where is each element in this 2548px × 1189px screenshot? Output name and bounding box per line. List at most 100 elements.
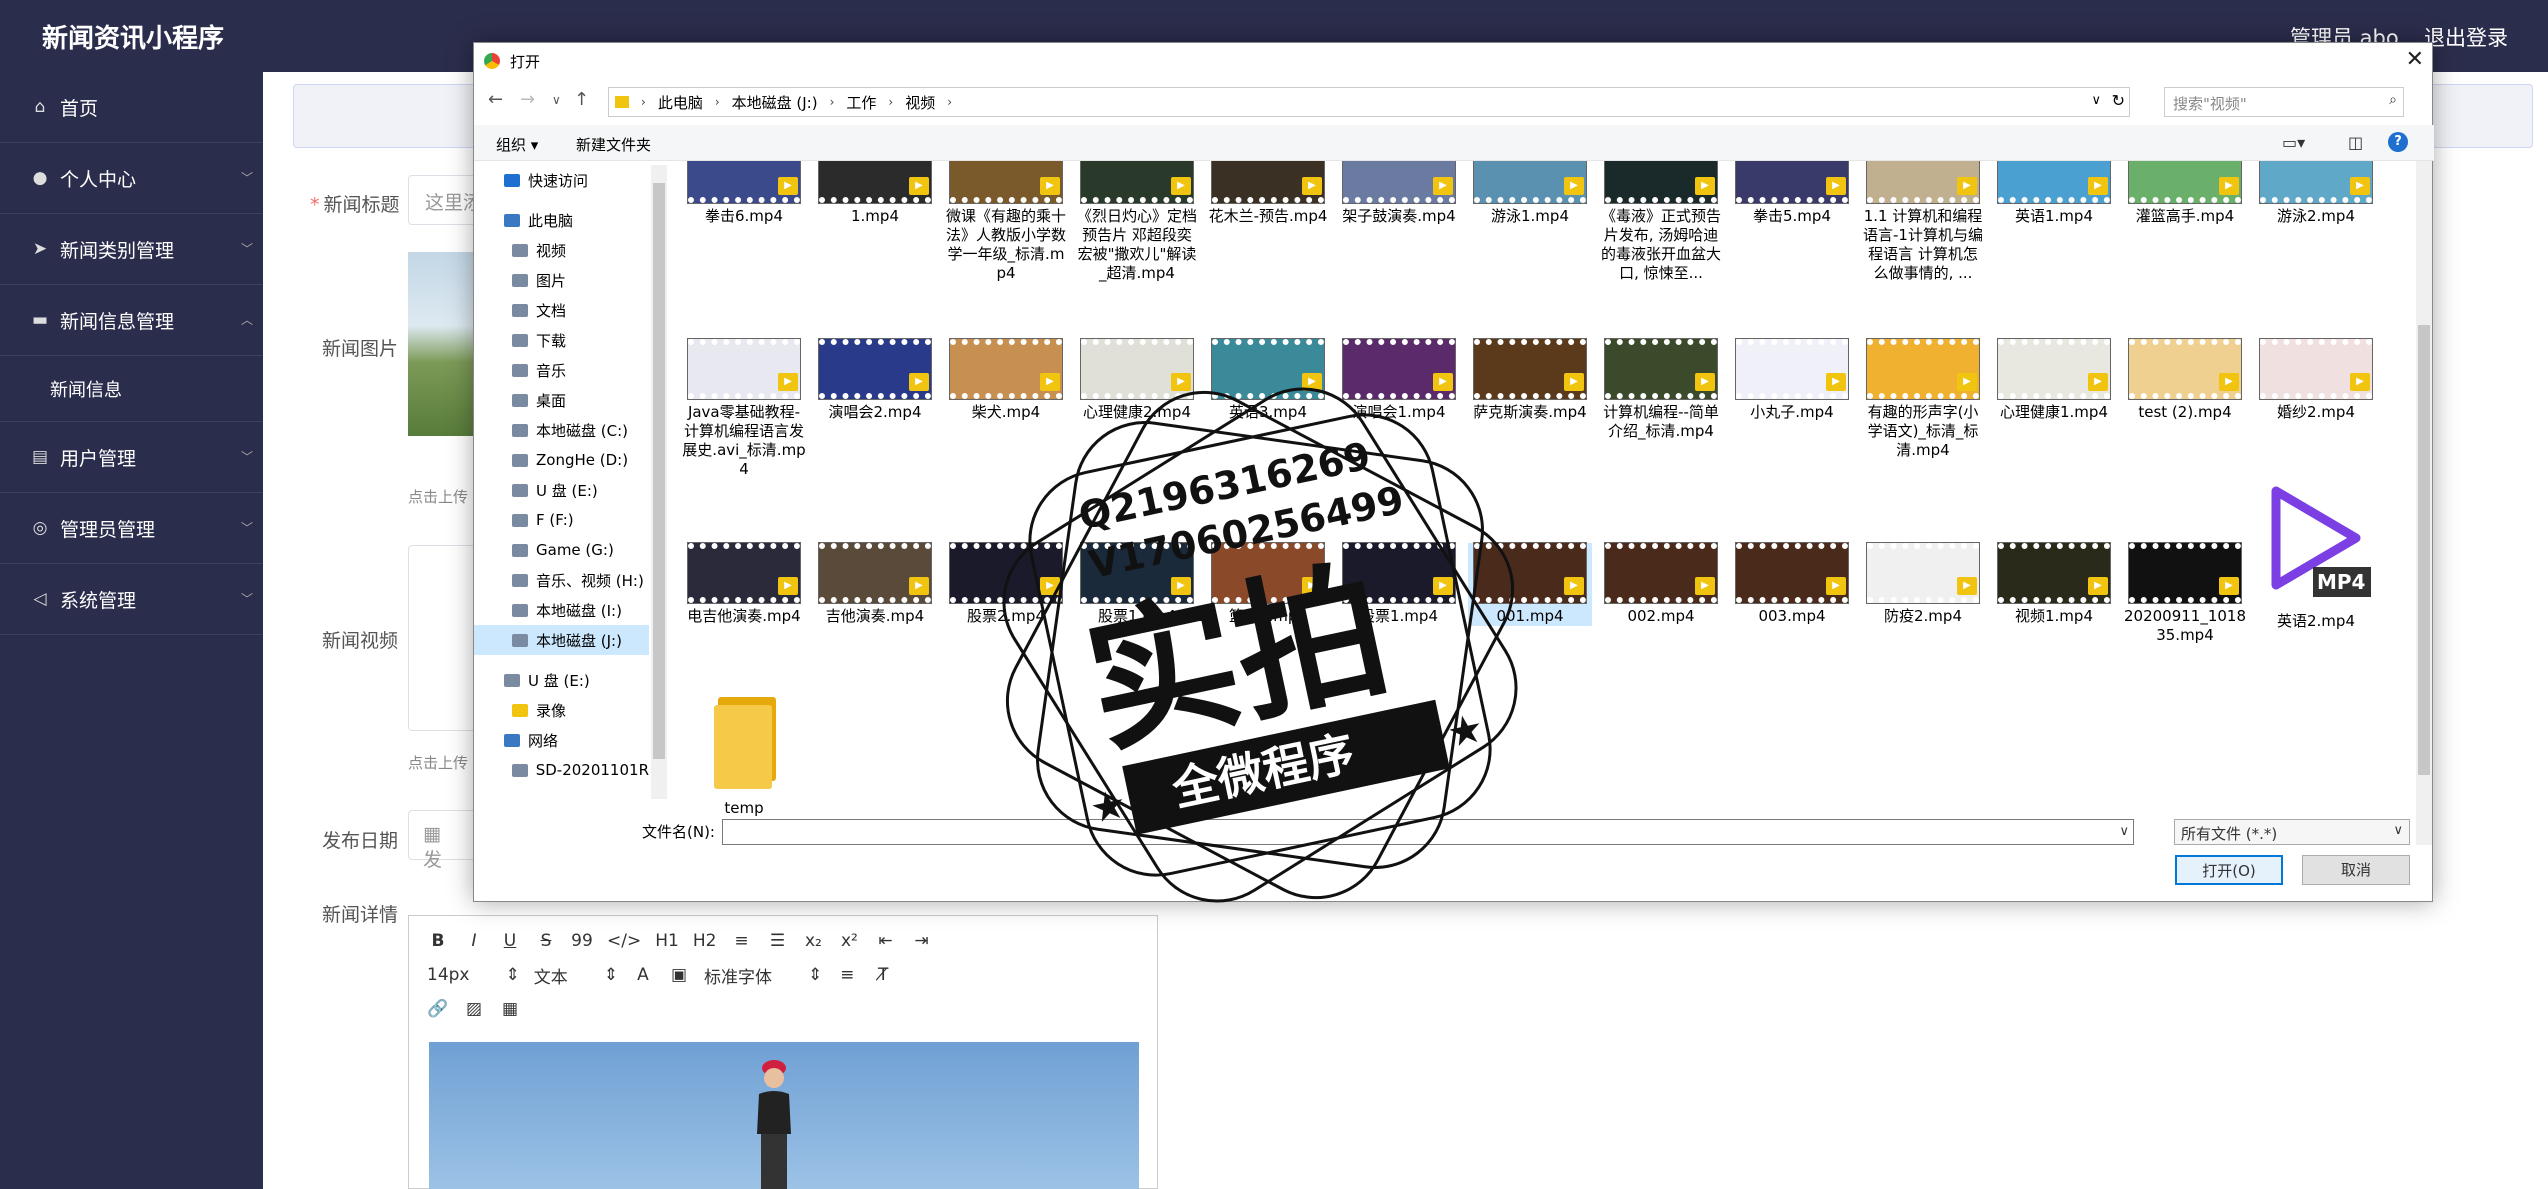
file-item[interactable]: ▶ 计算机编程--简单介绍_标清.mp4 bbox=[1599, 338, 1723, 441]
h1-button[interactable]: H1 bbox=[655, 931, 679, 951]
file-item[interactable]: ▶ 1.1 计算机和编程语言-1计算机与编程语言 计算机怎么做事情的, ... bbox=[1861, 161, 1985, 283]
subscript-icon[interactable]: x₂ bbox=[802, 931, 824, 951]
breadcrumb-item[interactable]: 本地磁盘 (J:) bbox=[732, 92, 818, 113]
file-item[interactable]: ▶ 001.mp4 bbox=[1468, 542, 1592, 626]
file-item[interactable]: MP4 英语2.mp4 bbox=[2254, 483, 2378, 631]
forward-icon[interactable]: → bbox=[520, 89, 535, 110]
chevron-down-icon[interactable]: ∨ bbox=[2119, 824, 2129, 839]
view-mode-icon[interactable]: ▭▾ bbox=[2282, 133, 2305, 152]
news-image-thumbnail[interactable] bbox=[408, 252, 478, 436]
align-icon[interactable]: ≡ bbox=[836, 965, 858, 985]
cancel-button[interactable]: 取消 bbox=[2302, 855, 2410, 885]
nav-item[interactable]: 音乐、视频 (H:) bbox=[474, 565, 649, 595]
nav-item[interactable]: 网络 bbox=[474, 725, 649, 755]
nav-item[interactable]: 桌面 bbox=[474, 385, 649, 415]
file-item[interactable]: ▶ 20200911_101835.mp4 bbox=[2123, 542, 2247, 645]
file-item[interactable]: ▶ 游泳1.mp4 bbox=[1468, 161, 1592, 226]
indent-icon[interactable]: ⇥ bbox=[910, 931, 932, 951]
file-item[interactable]: ▶ 003.mp4 bbox=[1730, 542, 1854, 626]
file-item[interactable]: ▶ 婚纱2.mp4 bbox=[2254, 338, 2378, 422]
file-item[interactable]: ▶ 英语3.mp4 bbox=[1206, 338, 1330, 422]
file-item[interactable]: ▶ Java零基础教程-计算机编程语言发展史.avi_标清.mp4 bbox=[682, 338, 806, 479]
nav-item[interactable]: 录像 bbox=[474, 695, 649, 725]
file-item[interactable]: ▶ 股票1.mp4 bbox=[1337, 542, 1461, 626]
nav-item[interactable]: 本地磁盘 (I:) bbox=[474, 595, 649, 625]
file-item[interactable]: ▶ test (2).mp4 bbox=[2123, 338, 2247, 422]
sidebar-subitem-news[interactable]: 新闻信息 bbox=[0, 356, 263, 422]
italic-button[interactable]: I bbox=[463, 931, 485, 951]
file-item[interactable]: ▶ 小丸子.mp4 bbox=[1730, 338, 1854, 422]
recent-chevron-icon[interactable]: ∨ bbox=[552, 93, 561, 107]
nav-item[interactable]: SD-20201101R bbox=[474, 755, 649, 785]
file-item[interactable]: ▶ 篮球1.mp4 bbox=[1206, 542, 1330, 626]
file-item[interactable]: ▶ 心理健康2.mp4 bbox=[1075, 338, 1199, 422]
file-item[interactable]: ▶ 柴犬.mp4 bbox=[944, 338, 1068, 422]
file-item[interactable]: ▶ 心理健康1.mp4 bbox=[1992, 338, 2116, 422]
font-size-select[interactable]: 14px ⇕ bbox=[427, 965, 520, 985]
text-type-select[interactable]: 文本 ⇕ bbox=[534, 963, 618, 988]
sidebar-item-news-category[interactable]: ➤ 新闻类别管理 ﹀ bbox=[0, 214, 263, 285]
file-item[interactable]: ▶ 演唱会2.mp4 bbox=[813, 338, 937, 422]
nav-item[interactable]: 下载 bbox=[474, 325, 649, 355]
search-input[interactable]: 搜索"视频" ⌕ bbox=[2164, 87, 2404, 117]
nav-item[interactable]: 图片 bbox=[474, 265, 649, 295]
refresh-icon[interactable]: ↻ bbox=[2112, 91, 2125, 110]
file-item[interactable]: ▶ 002.mp4 bbox=[1599, 542, 1723, 626]
font-color-icon[interactable]: A bbox=[632, 965, 654, 985]
sidebar-item-system[interactable]: ◁ 系统管理 ﹀ bbox=[0, 564, 263, 635]
file-item[interactable]: ▶ 演唱会1.mp4 bbox=[1337, 338, 1461, 422]
help-icon[interactable]: ? bbox=[2388, 132, 2408, 152]
font-family-select[interactable]: 标准字体 ⇕ bbox=[704, 963, 822, 988]
file-item[interactable]: ▶ 英语1.mp4 bbox=[1992, 161, 2116, 226]
file-item[interactable]: ▶ 《烈日灼心》定档预告片 邓超段奕宏被"撒欢儿"解读_超清.mp4 bbox=[1075, 161, 1199, 283]
new-folder-button[interactable]: 新建文件夹 bbox=[576, 134, 651, 155]
clear-format-icon[interactable]: T̸ bbox=[872, 965, 894, 985]
nav-item[interactable]: F (F:) bbox=[474, 505, 649, 535]
strike-button[interactable]: S bbox=[535, 931, 557, 951]
file-item[interactable]: ▶ 灌篮高手.mp4 bbox=[2123, 161, 2247, 226]
h2-button[interactable]: H2 bbox=[693, 931, 717, 951]
superscript-icon[interactable]: x² bbox=[838, 931, 860, 951]
breadcrumb-item[interactable]: 视频 bbox=[905, 92, 935, 113]
file-item[interactable]: ▶ 股票1.mp4 bbox=[1075, 542, 1199, 626]
underline-button[interactable]: U bbox=[499, 931, 521, 951]
code-button[interactable]: </> bbox=[607, 931, 641, 951]
nav-scrollbar-thumb[interactable] bbox=[653, 183, 665, 759]
organize-button[interactable]: 组织 ▾ bbox=[496, 134, 538, 155]
file-item[interactable]: ▶ 花木兰-预告.mp4 bbox=[1206, 161, 1330, 226]
open-button[interactable]: 打开(O) bbox=[2175, 855, 2283, 885]
filename-input[interactable]: ∨ bbox=[722, 819, 2134, 845]
image-icon[interactable]: ▨ bbox=[463, 999, 485, 1019]
file-item[interactable]: ▶ 股票2.mp4 bbox=[944, 542, 1068, 626]
date-picker[interactable]: ▦ 发 bbox=[408, 810, 478, 871]
sidebar-item-admins[interactable]: ◎ 管理员管理 ﹀ bbox=[0, 493, 263, 564]
nav-item[interactable]: 视频 bbox=[474, 235, 649, 265]
file-item[interactable]: ▶ 吉他演奏.mp4 bbox=[813, 542, 937, 626]
preview-pane-icon[interactable]: ◫ bbox=[2348, 133, 2363, 152]
nav-item[interactable]: 快速访问 bbox=[474, 165, 649, 195]
file-item[interactable]: ▶ 1.mp4 bbox=[813, 161, 937, 226]
breadcrumb-item[interactable]: 工作 bbox=[846, 92, 876, 113]
nav-item[interactable]: 此电脑 bbox=[474, 205, 649, 235]
video-icon[interactable]: ▦ bbox=[499, 999, 521, 1019]
nav-item[interactable]: U 盘 (E:) bbox=[474, 665, 649, 695]
folder-item[interactable]: temp bbox=[682, 693, 806, 818]
nav-item[interactable]: 本地磁盘 (J:) bbox=[474, 625, 649, 655]
nav-item[interactable]: ZongHe (D:) bbox=[474, 445, 649, 475]
nav-item[interactable]: 音乐 bbox=[474, 355, 649, 385]
nav-item[interactable]: Game (G:) bbox=[474, 535, 649, 565]
file-item[interactable]: ▶ 《毒液》正式预告片发布, 汤姆哈迪的毒液张开血盆大口, 惊悚至... bbox=[1599, 161, 1723, 283]
sidebar-item-home[interactable]: ⌂ 首页 bbox=[0, 72, 263, 143]
file-item[interactable]: ▶ 有趣的形声字(小学语文)_标清_标清.mp4 bbox=[1861, 338, 1985, 460]
file-item[interactable]: ▶ 视频1.mp4 bbox=[1992, 542, 2116, 626]
video-upload-box[interactable] bbox=[408, 545, 478, 731]
video-upload-hint[interactable]: 点击上传 bbox=[408, 752, 468, 773]
file-scrollbar-thumb[interactable] bbox=[2418, 325, 2430, 775]
close-icon[interactable]: ✕ bbox=[2406, 47, 2424, 72]
file-item[interactable]: ▶ 微课《有趣的乘十法》人教版小学数学一年级_标清.mp4 bbox=[944, 161, 1068, 283]
address-bar[interactable]: › 此电脑 › 本地磁盘 (J:) › 工作 › 视频 › ∨ ↻ bbox=[608, 87, 2130, 117]
breadcrumb-item[interactable]: 此电脑 bbox=[658, 92, 703, 113]
bg-color-icon[interactable]: ▣ bbox=[668, 965, 690, 985]
chevron-down-icon[interactable]: ∨ bbox=[2091, 93, 2101, 108]
link-icon[interactable]: 🔗 bbox=[427, 999, 449, 1019]
